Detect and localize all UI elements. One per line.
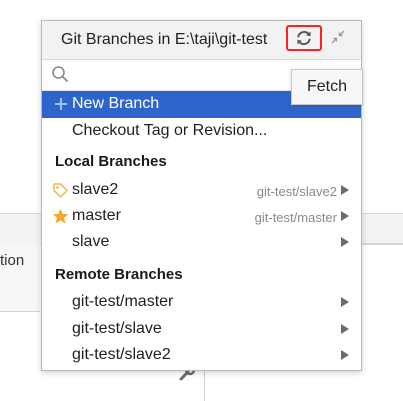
branch-name: master — [72, 207, 121, 224]
remote-branch-item[interactable]: git-test/master — [42, 289, 361, 316]
submenu-arrow-icon — [341, 237, 349, 247]
submenu-arrow-icon — [341, 350, 349, 360]
local-branch-item[interactable]: slave2 git-test/slave2 — [42, 177, 361, 204]
popup-title: Git Branches in E:\taji\git-test — [61, 31, 268, 48]
background-panel-label: tion — [0, 252, 25, 269]
branch-name: slave — [72, 233, 110, 250]
submenu-arrow-icon — [341, 185, 349, 195]
branch-name: git-test/slave2 — [72, 346, 171, 363]
tracking-branch: git-test/slave2 — [256, 184, 337, 199]
action-label: Checkout Tag or Revision... — [72, 122, 268, 139]
submenu-arrow-icon — [341, 211, 349, 221]
search-icon — [52, 66, 68, 82]
remote-branch-item[interactable]: git-test/slave2 — [42, 342, 361, 369]
local-branch-item[interactable]: master git-test/master — [42, 203, 361, 230]
checkout-tag-action[interactable]: Checkout Tag or Revision... — [42, 118, 361, 145]
action-label: New Branch — [72, 95, 160, 112]
popup-header: Git Branches in E:\taji\git-test — [42, 21, 361, 60]
refresh-icon — [297, 31, 311, 45]
fetch-tooltip: Fetch — [291, 69, 363, 105]
submenu-arrow-icon — [341, 297, 349, 307]
branch-name: slave2 — [72, 181, 119, 198]
fetch-refresh-button[interactable] — [286, 25, 322, 51]
remote-branch-item[interactable]: git-test/slave — [42, 316, 361, 343]
star-icon — [52, 208, 69, 224]
tracking-branch: git-test/master — [254, 210, 337, 225]
branch-name: git-test/master — [72, 293, 174, 310]
background-divider — [361, 243, 403, 244]
tag-icon — [53, 183, 68, 198]
remote-branches-header: Remote Branches — [55, 266, 183, 283]
local-branches-header: Local Branches — [55, 153, 167, 170]
submenu-arrow-icon — [341, 324, 349, 334]
plus-icon — [55, 98, 67, 110]
local-branch-item[interactable]: slave — [42, 229, 361, 256]
collapse-icon[interactable] — [331, 30, 345, 44]
branch-name: git-test/slave — [72, 320, 162, 337]
